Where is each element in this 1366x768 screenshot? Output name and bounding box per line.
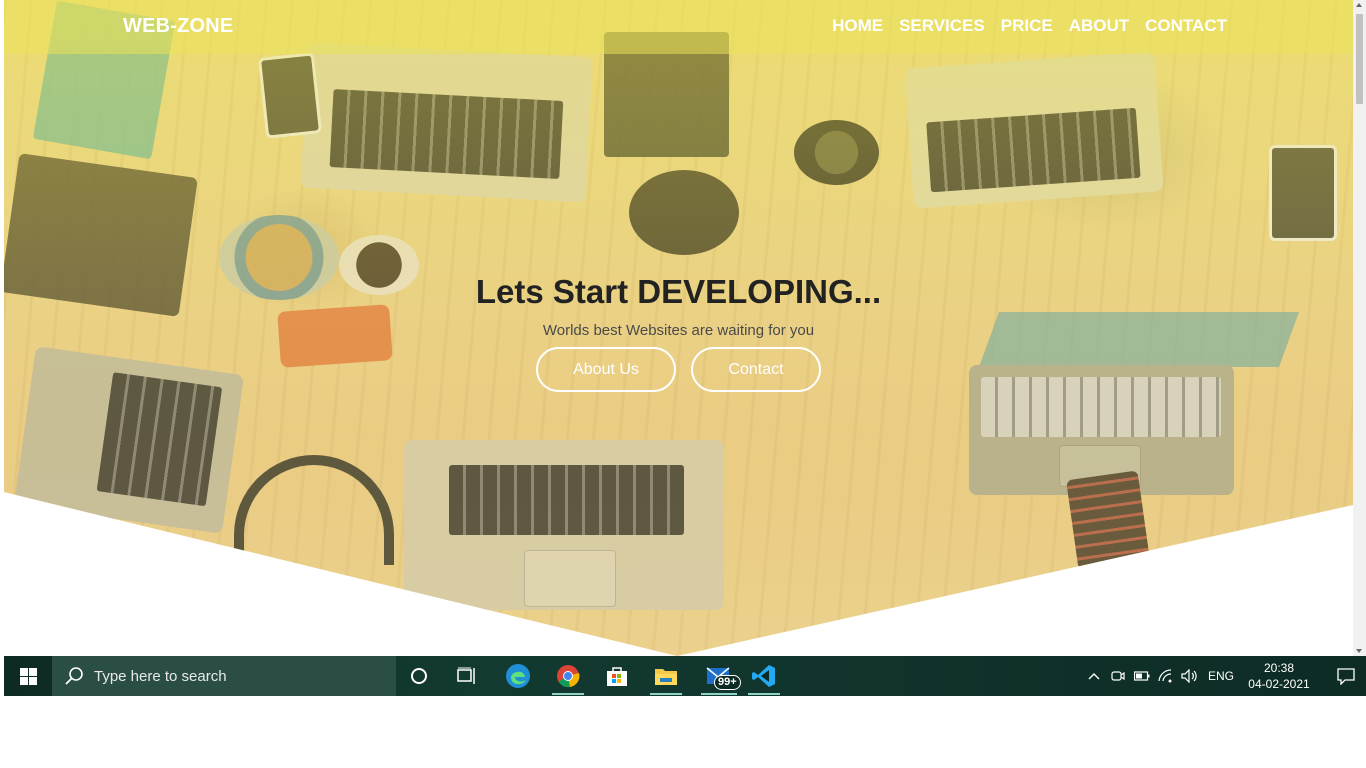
taskbar-search-input[interactable]: Type here to search: [52, 656, 396, 696]
nav-menu: HOME SERVICES PRICE ABOUT CONTACT: [832, 16, 1227, 36]
battery-icon: [1133, 671, 1150, 681]
vertical-scrollbar[interactable]: [1353, 0, 1366, 656]
store-button[interactable]: [594, 656, 640, 696]
vscode-button[interactable]: [741, 656, 787, 696]
action-center-button[interactable]: [1326, 656, 1366, 696]
nav-home[interactable]: HOME: [832, 16, 883, 36]
file-explorer-button[interactable]: [643, 656, 689, 696]
cortana-icon: [411, 668, 427, 684]
mail-badge: 99+: [714, 675, 741, 690]
wifi-icon: [1158, 669, 1172, 683]
vscode-icon: [752, 665, 775, 687]
about-us-button[interactable]: About Us: [536, 347, 676, 392]
wifi-button[interactable]: [1154, 656, 1178, 696]
task-view-button[interactable]: [444, 656, 490, 696]
nav-services[interactable]: SERVICES: [899, 16, 985, 36]
brand-logo[interactable]: WEB-ZONE: [123, 15, 233, 38]
clock-date: 04-02-2021: [1248, 677, 1310, 691]
chrome-icon: [557, 665, 580, 688]
clock-button[interactable]: 20:38 04-02-2021: [1244, 660, 1314, 692]
chrome-button[interactable]: [545, 656, 591, 696]
input-language-button[interactable]: ENG: [1208, 669, 1234, 683]
scroll-down-arrow-icon[interactable]: [1356, 649, 1362, 653]
clock-time: 20:38: [1263, 661, 1295, 675]
chevron-up-icon: [1088, 673, 1100, 680]
edge-button[interactable]: [495, 656, 541, 696]
task-view-icon: [457, 667, 475, 684]
search-placeholder: Type here to search: [94, 667, 227, 685]
windows-logo-icon: [19, 667, 37, 685]
nav-contact[interactable]: CONTACT: [1145, 16, 1227, 36]
volume-button[interactable]: [1178, 656, 1202, 696]
windows-taskbar: Type here to search 99+ ENG 20:38 04-02-…: [4, 656, 1366, 696]
start-button[interactable]: [4, 656, 52, 696]
cortana-button[interactable]: [396, 656, 442, 696]
show-hidden-icons-button[interactable]: [1082, 656, 1106, 696]
scroll-up-arrow-icon[interactable]: [1356, 3, 1362, 7]
meet-now-icon: [1111, 671, 1125, 681]
hero-subtitle: Worlds best Websites are waiting for you: [542, 322, 815, 339]
edge-icon: [506, 664, 530, 688]
nav-price[interactable]: PRICE: [1001, 16, 1053, 36]
file-explorer-icon: [655, 669, 677, 685]
browser-viewport: Lets Start DEVELOPING... Worlds best Web…: [4, 0, 1366, 696]
contact-button[interactable]: Contact: [691, 347, 821, 392]
search-icon: [65, 667, 83, 685]
notification-icon: [1337, 668, 1355, 685]
hero-section: Lets Start DEVELOPING... Worlds best Web…: [4, 0, 1353, 656]
scroll-thumb[interactable]: [1356, 14, 1363, 104]
nav-about[interactable]: ABOUT: [1069, 16, 1129, 36]
battery-button[interactable]: [1130, 656, 1154, 696]
system-tray: ENG 20:38 04-02-2021: [1082, 656, 1366, 696]
hero-title: Lets Start DEVELOPING...: [475, 273, 882, 310]
mail-button[interactable]: 99+: [694, 656, 744, 696]
store-icon: [607, 667, 627, 686]
volume-icon: [1181, 669, 1197, 683]
meet-now-button[interactable]: [1106, 656, 1130, 696]
navbar: WEB-ZONE HOME SERVICES PRICE ABOUT CONTA…: [4, 0, 1353, 54]
